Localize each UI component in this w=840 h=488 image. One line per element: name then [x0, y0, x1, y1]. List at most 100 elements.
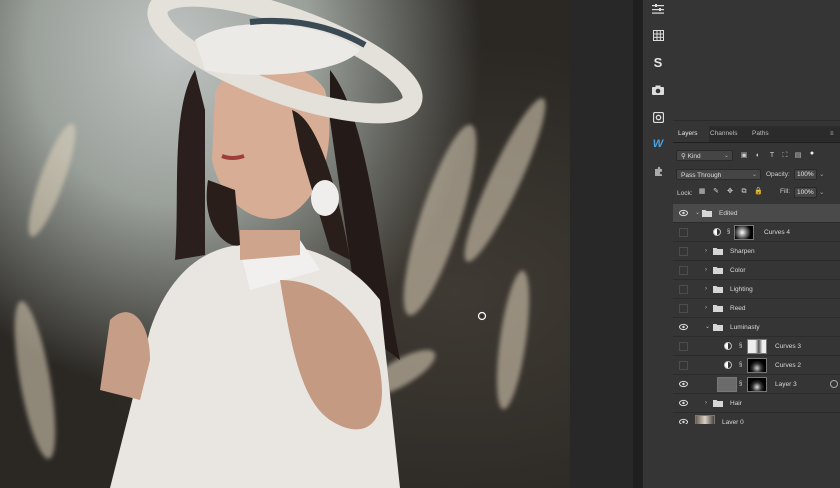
- layer-name: Curves 3: [775, 343, 802, 350]
- filter-kind-value: Kind: [687, 153, 701, 160]
- camera-icon[interactable]: [649, 81, 667, 99]
- filter-type-icon[interactable]: T: [768, 152, 776, 160]
- folder-icon: [713, 248, 723, 255]
- tab-paths[interactable]: Paths: [747, 126, 774, 142]
- s-plugin-icon[interactable]: S: [649, 53, 667, 71]
- lock-artboard-icon[interactable]: ⧉: [740, 188, 748, 196]
- eye-icon[interactable]: [679, 323, 688, 331]
- collapsed-chevron-icon[interactable]: ›: [705, 266, 711, 274]
- collapsed-chevron-icon[interactable]: ›: [705, 304, 711, 312]
- fill-label: Fill:: [780, 188, 791, 195]
- visibility-off-box[interactable]: [679, 361, 688, 370]
- lock-transparent-icon[interactable]: ▦: [698, 188, 706, 196]
- opacity-label: Opacity:: [766, 171, 790, 178]
- empty-panel-top: [673, 0, 840, 121]
- search-icon: ⚲: [681, 153, 686, 160]
- fill-chevron-icon[interactable]: ⌄: [819, 187, 824, 198]
- layers-list: ⌄ Edited § Curves 4 › Sharpen › Color › …: [673, 204, 840, 432]
- layer-name: Reed: [730, 305, 746, 312]
- eye-icon[interactable]: [679, 209, 688, 217]
- tab-channels[interactable]: Channels: [705, 126, 742, 142]
- camera-raw-icon[interactable]: [649, 108, 667, 126]
- eye-icon[interactable]: [679, 399, 688, 407]
- layer-row[interactable]: › Color: [673, 261, 840, 280]
- w-plugin-icon[interactable]: W: [649, 135, 667, 153]
- tab-layers[interactable]: Layers: [673, 126, 709, 142]
- blend-mode-value: Pass Through: [681, 172, 722, 179]
- visibility-off-box[interactable]: [679, 304, 688, 313]
- chevron-down-icon: ⌄: [751, 172, 757, 178]
- panel-dock-divider[interactable]: [633, 0, 642, 488]
- layer-name: Curves 2: [775, 362, 802, 369]
- eye-icon[interactable]: [679, 380, 688, 388]
- folder-icon: [702, 210, 712, 217]
- folder-icon: [713, 324, 723, 331]
- layer-row[interactable]: § Layer 3: [673, 375, 840, 394]
- folder-icon: [713, 400, 723, 407]
- visibility-off-box[interactable]: [679, 266, 688, 275]
- opacity-chevron-icon[interactable]: ⌄: [819, 169, 824, 180]
- mask-thumbnail[interactable]: [747, 339, 767, 354]
- filter-smartobject-icon[interactable]: ▤: [794, 152, 802, 160]
- smart-filter-icon[interactable]: [830, 380, 838, 388]
- layer-name: Luminasty: [730, 324, 760, 331]
- w-plugin-label: W: [652, 138, 664, 150]
- layer-row[interactable]: § Curves 4: [673, 223, 840, 242]
- mask-thumbnail[interactable]: [747, 358, 767, 373]
- layer-row[interactable]: § Curves 3: [673, 337, 840, 356]
- layers-panel-area: Layers Channels Paths ≡ ⚲ Kind ⌄ ▣ ◐ T ⛶…: [673, 0, 840, 488]
- lock-label: Lock:: [677, 190, 693, 197]
- visibility-off-box[interactable]: [679, 247, 688, 256]
- puzzle-icon[interactable]: [649, 162, 667, 180]
- properties-sliders-icon[interactable]: [649, 0, 667, 18]
- collapsed-chevron-icon[interactable]: ›: [705, 399, 711, 407]
- panel-tabs: Layers Channels Paths ≡: [673, 126, 840, 143]
- grid-icon[interactable]: [649, 26, 667, 44]
- layer-thumbnail[interactable]: [717, 377, 737, 392]
- layer-row[interactable]: § Curves 2: [673, 356, 840, 375]
- s-plugin-label: S: [653, 54, 663, 70]
- visibility-off-box[interactable]: [679, 285, 688, 294]
- collapsed-chevron-icon[interactable]: ›: [705, 247, 711, 255]
- collapsed-chevron-icon[interactable]: ›: [705, 285, 711, 293]
- zoom-cursor-icon: [477, 311, 487, 321]
- filter-adjustment-icon[interactable]: ◐: [754, 152, 762, 160]
- link-icon[interactable]: §: [739, 361, 745, 370]
- collapsed-panels-bar: S W: [642, 0, 674, 488]
- link-icon[interactable]: §: [727, 228, 733, 237]
- lock-image-icon[interactable]: ✎: [712, 188, 720, 196]
- woman-photo: [100, 0, 423, 488]
- visibility-off-box[interactable]: [679, 342, 688, 351]
- layer-name: Layer 3: [775, 381, 797, 388]
- opacity-input[interactable]: 100%: [794, 169, 817, 180]
- expanded-chevron-icon[interactable]: ⌄: [695, 209, 701, 217]
- layer-row[interactable]: › Reed: [673, 299, 840, 318]
- blend-mode-dropdown[interactable]: Pass Through ⌄: [676, 169, 761, 180]
- filter-toggle-icon[interactable]: ●: [808, 150, 816, 158]
- layer-row[interactable]: › Sharpen: [673, 242, 840, 261]
- link-icon[interactable]: §: [739, 380, 745, 389]
- layer-row[interactable]: › Lighting: [673, 280, 840, 299]
- layer-name: Edited: [719, 210, 738, 217]
- mask-thumbnail[interactable]: [734, 225, 754, 240]
- fill-input[interactable]: 100%: [794, 187, 817, 198]
- mask-thumbnail[interactable]: [747, 377, 767, 392]
- image-canvas[interactable]: [0, 0, 570, 488]
- layer-row[interactable]: ⌄ Edited: [673, 204, 840, 223]
- layer-row[interactable]: › Hair: [673, 394, 840, 413]
- chevron-down-icon: ⌄: [723, 153, 729, 159]
- expanded-chevron-icon[interactable]: ⌄: [705, 323, 711, 331]
- filter-kind-dropdown[interactable]: ⚲ Kind ⌄: [676, 150, 733, 161]
- layer-name: Color: [730, 267, 746, 274]
- filter-pixel-icon[interactable]: ▣: [740, 152, 748, 160]
- link-icon[interactable]: §: [739, 342, 745, 351]
- layer-row[interactable]: ⌄ Luminasty: [673, 318, 840, 337]
- filter-shape-icon[interactable]: ⛶: [781, 152, 789, 160]
- layers-panel-empty-area: [673, 424, 840, 488]
- visibility-off-box[interactable]: [679, 228, 688, 237]
- lock-all-icon[interactable]: 🔒: [754, 188, 763, 196]
- folder-icon: [713, 305, 723, 312]
- layer-name: Sharpen: [730, 248, 755, 255]
- panel-menu-icon[interactable]: ≡: [830, 131, 836, 137]
- lock-position-icon[interactable]: ✥: [726, 188, 734, 196]
